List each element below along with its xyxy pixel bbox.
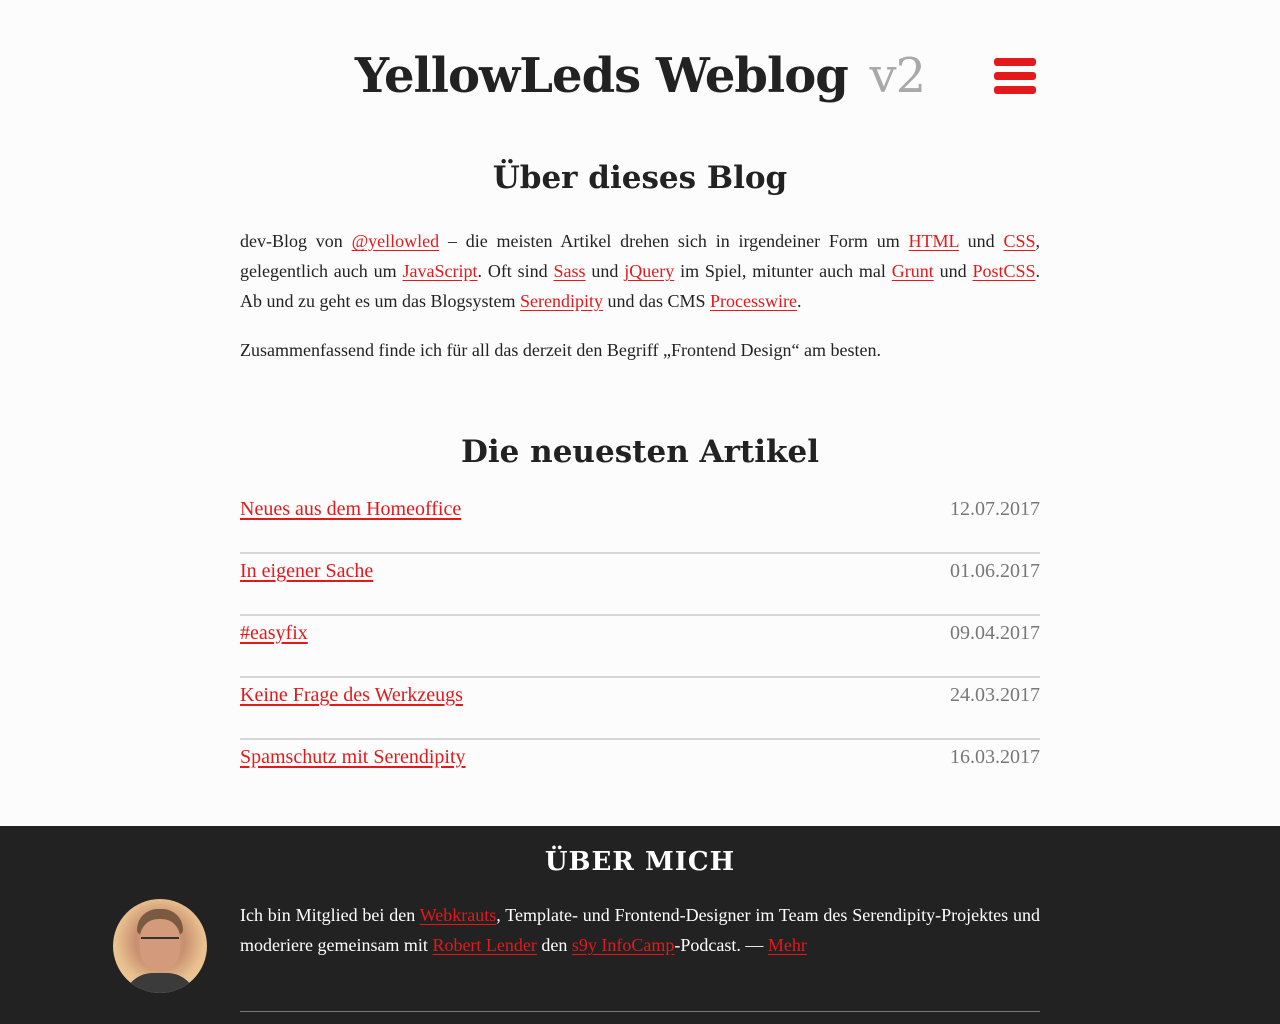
articles-title: Die neuesten Artikel: [461, 434, 819, 470]
footer: ÜBER MICH Ich bin Mitglied bei den Webkr…: [0, 826, 1280, 1024]
avatar-glasses: [141, 937, 179, 949]
article-link[interactable]: #easyfix: [240, 618, 308, 648]
footer-divider: [240, 1011, 1040, 1012]
link-jquery[interactable]: jQuery: [624, 261, 674, 281]
article-item: Spamschutz mit Serendipity 16.03.2017: [240, 740, 1040, 802]
about-paragraph-1: dev-Blog von @yellowled – die meisten Ar…: [240, 226, 1040, 316]
link-css[interactable]: CSS: [1003, 231, 1035, 251]
site-title-text[interactable]: YellowLeds Weblog: [355, 48, 849, 104]
article-list: Neues aus dem Homeoffice 12.07.2017 In eig…: [240, 492, 1040, 802]
article-item: Neues aus dem Homeoffice 12.07.2017: [240, 492, 1040, 554]
hamburger-menu-icon[interactable]: [994, 57, 1038, 95]
about-paragraph-2: Zusammenfassend finde ich für all das de…: [240, 340, 881, 360]
article-date: 12.07.2017: [950, 498, 1040, 520]
menu-bar: [994, 58, 1036, 66]
avatar: [113, 899, 207, 993]
site-header: YellowLeds Weblog v2: [0, 40, 1280, 120]
menu-bar: [994, 72, 1036, 80]
text-segment: . Oft sind: [477, 261, 554, 281]
link-html[interactable]: HTML: [909, 231, 959, 251]
text-segment: – die meisten Artikel drehen sich in irg…: [439, 231, 909, 251]
text-segment: und: [958, 231, 1004, 251]
menu-bar: [994, 86, 1036, 94]
site-title[interactable]: YellowLeds Weblog v2: [0, 44, 1280, 108]
link-webkrauts[interactable]: Webkrauts: [420, 905, 497, 925]
link-robert-lender[interactable]: Robert Lender: [432, 935, 536, 955]
link-yellowled[interactable]: @yellowled: [352, 231, 440, 251]
article-link[interactable]: Keine Frage des Werkzeugs: [240, 680, 463, 710]
article-item: Keine Frage des Werkzeugs 24.03.2017: [240, 678, 1040, 740]
about-section: Über dieses Blog dev-Blog von @yellowled…: [240, 150, 1040, 365]
about-title: Über dieses Blog: [492, 160, 788, 196]
article-date: 09.04.2017: [950, 622, 1040, 644]
text-segment: -Podcast. —: [674, 935, 768, 955]
link-serendipity[interactable]: Serendipity: [520, 291, 603, 311]
text-segment: dev-Blog von: [240, 231, 352, 251]
text-segment: den: [536, 935, 572, 955]
text-segment: .: [796, 291, 802, 311]
link-s9y-infocamp[interactable]: s9y InfoCamp: [572, 935, 675, 955]
link-javascript[interactable]: JavaScript: [402, 261, 477, 281]
article-link[interactable]: In eigener Sache: [240, 556, 373, 586]
articles-section: Die neuesten Artikel Neues aus dem Homeo…: [240, 424, 1040, 802]
article-link[interactable]: Neues aus dem Homeoffice: [240, 494, 461, 524]
text-segment: im Spiel, mitunter auch mal: [674, 261, 892, 281]
main-content: Über dieses Blog dev-Blog von @yellowled…: [240, 150, 1040, 802]
footer-text: Ich bin Mitglied bei den Webkrauts, Temp…: [240, 900, 1040, 960]
text-segment: und: [585, 261, 625, 281]
article-item: #easyfix 09.04.2017: [240, 616, 1040, 678]
avatar-shirt: [123, 973, 197, 993]
article-date: 01.06.2017: [950, 560, 1040, 582]
link-sass[interactable]: Sass: [554, 261, 586, 281]
footer-title: ÜBER MICH: [544, 847, 736, 877]
article-date: 24.03.2017: [950, 684, 1040, 706]
site-version: v2: [869, 48, 927, 104]
text-segment: und das CMS: [602, 291, 710, 311]
link-postcss[interactable]: PostCSS: [972, 261, 1035, 281]
text-segment: Ich bin Mitglied bei den: [240, 905, 420, 925]
article-link[interactable]: Spamschutz mit Serendipity: [240, 742, 466, 772]
link-processwire[interactable]: Processwire: [710, 291, 797, 311]
article-date: 16.03.2017: [950, 746, 1040, 768]
text-segment: und: [933, 261, 973, 281]
link-grunt[interactable]: Grunt: [892, 261, 934, 281]
link-more[interactable]: Mehr: [768, 935, 807, 955]
article-item: In eigener Sache 01.06.2017: [240, 554, 1040, 616]
